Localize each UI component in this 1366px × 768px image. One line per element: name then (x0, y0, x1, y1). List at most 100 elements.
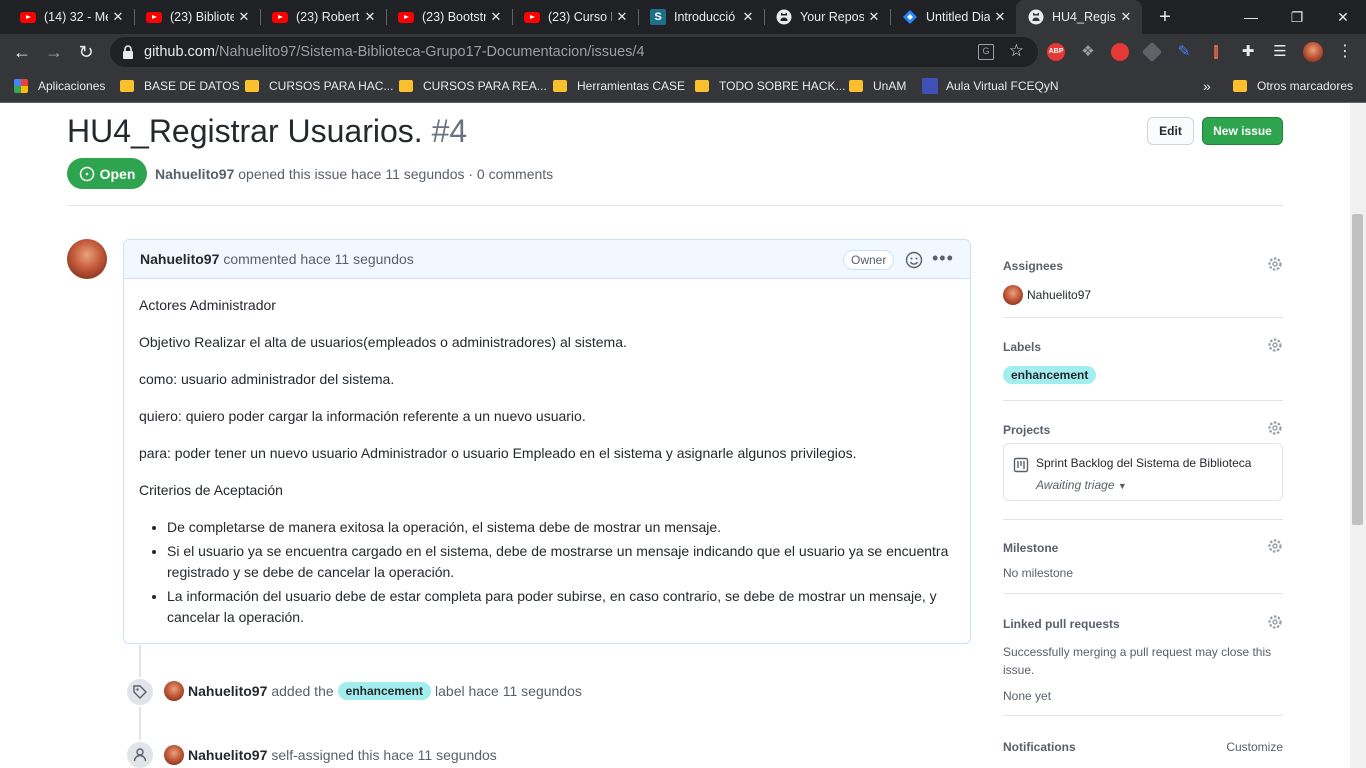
bookmark-folder[interactable]: CURSOS PARA REA... (399, 76, 547, 96)
tab-youtube-4[interactable]: (23) Bootstr ✕ (386, 0, 512, 34)
close-icon[interactable]: ✕ (1116, 9, 1136, 25)
tab-title: (14) 32 - Me (44, 10, 108, 24)
address-bar[interactable]: github.com/Nahuelito97/Sistema-Bibliotec… (110, 37, 1038, 67)
avatar[interactable] (67, 239, 107, 279)
new-tab-icon[interactable]: + (1142, 0, 1188, 34)
bookmark-label: Herramientas CASE (577, 79, 686, 93)
sidebar-milestone: Milestone No milestone (1003, 519, 1283, 594)
bookmark-aula[interactable]: Aula Virtual FCEQyN (922, 76, 1058, 96)
youtube-icon (524, 9, 540, 25)
bookmarks-overflow-icon[interactable]: » (1203, 76, 1211, 96)
close-icon[interactable]: ✕ (990, 9, 1010, 25)
status-text: Open (99, 165, 136, 182)
edit-button[interactable]: Edit (1147, 117, 1194, 145)
tab-youtube-1[interactable]: (14) 32 - Me ✕ (8, 0, 134, 34)
bookmark-apps[interactable]: Aplicaciones (14, 76, 105, 96)
youtube-icon (20, 9, 36, 25)
gear-icon[interactable] (1267, 256, 1283, 272)
close-icon[interactable]: ✕ (864, 9, 884, 25)
window-close-icon[interactable]: ✕ (1320, 0, 1366, 34)
avatar (1003, 285, 1023, 305)
new-issue-button[interactable]: New issue (1202, 117, 1283, 145)
bookmarks-bar: Aplicaciones BASE DE DATOS CURSOS PARA H… (0, 70, 1366, 103)
star-icon[interactable]: ☆ (1009, 41, 1024, 61)
sidebar-labels: Labels enhancement (1003, 318, 1283, 401)
event-author[interactable]: Nahuelito97 (188, 747, 267, 763)
sidebar-heading[interactable]: Labels (1003, 337, 1283, 354)
close-icon[interactable]: ✕ (612, 9, 632, 25)
event-text: self-assigned this hace 11 segundos (271, 747, 497, 763)
bookmark-folder[interactable]: CURSOS PARA HAC... (245, 76, 393, 96)
puzzle-icon[interactable]: ✚ (1239, 43, 1257, 61)
sidebar-heading[interactable]: Linked pull requests (1003, 614, 1283, 631)
close-icon[interactable]: ✕ (108, 9, 128, 25)
project-name[interactable]: Sprint Backlog del Sistema de Biblioteca (1036, 456, 1251, 470)
event-author[interactable]: Nahuelito97 (188, 683, 267, 699)
gear-icon[interactable] (1267, 614, 1283, 630)
minimize-icon[interactable]: — (1228, 0, 1274, 34)
media-icon[interactable]: ☰ (1271, 43, 1289, 61)
maximize-icon[interactable]: ❐ (1274, 0, 1320, 34)
menu-icon[interactable]: ⋮ (1336, 43, 1354, 61)
project-card[interactable]: Sprint Backlog del Sistema de Biblioteca… (1003, 443, 1283, 501)
bookmark-folder[interactable]: UnAM (849, 76, 906, 96)
dropbox-icon[interactable]: ❖ (1079, 43, 1097, 61)
avatar[interactable] (164, 745, 184, 765)
tab-youtube-2[interactable]: (23) Bibliote ✕ (134, 0, 260, 34)
sidebar-linked-prs: Linked pull requests Successfully mergin… (1003, 594, 1283, 716)
close-icon[interactable]: ✕ (360, 9, 380, 25)
divider (67, 205, 1283, 206)
tab-youtube-5[interactable]: (23) Curso L ✕ (512, 0, 638, 34)
project-status-dropdown[interactable]: Awaiting triage ▼ (1036, 478, 1127, 492)
bookmark-other[interactable]: Otros marcadores (1233, 76, 1353, 96)
tab-title: Your Reposi (800, 10, 864, 24)
issue-meta-text: opened this issue hace 11 segundos · 0 c… (238, 166, 554, 182)
author-link[interactable]: Nahuelito97 (155, 166, 234, 182)
scrollbar-thumb[interactable] (1352, 214, 1363, 525)
label-badge[interactable]: enhancement (1003, 366, 1097, 384)
translate-icon[interactable]: G (978, 44, 994, 60)
profile-avatar[interactable] (1303, 42, 1323, 62)
assignee-item[interactable]: Nahuelito97 (1003, 285, 1091, 305)
feather-icon[interactable]: ✎ (1175, 43, 1193, 61)
bookmark-folder[interactable]: Herramientas CASE (553, 76, 685, 96)
back-icon[interactable]: ← (8, 38, 36, 66)
tab-title: (23) Curso L (548, 10, 612, 24)
bookmark-folder[interactable]: TODO SOBRE HACK... (695, 76, 845, 96)
tab-diagram[interactable]: Untitled Dia ✕ (890, 0, 1016, 34)
gear-icon[interactable] (1267, 337, 1283, 353)
gear-icon[interactable] (1267, 420, 1283, 436)
bookmark-folder[interactable]: BASE DE DATOS (120, 76, 240, 96)
tab-repos[interactable]: Your Reposi ✕ (764, 0, 890, 34)
customize-link[interactable]: Customize (1226, 740, 1283, 754)
sidebar-heading[interactable]: Assignees (1003, 256, 1283, 273)
comment-meta[interactable]: commented hace 11 segundos (223, 251, 413, 267)
adblock-icon[interactable]: ABP (1047, 43, 1065, 61)
close-icon[interactable]: ✕ (738, 9, 758, 25)
gear-icon[interactable] (1267, 538, 1283, 554)
close-icon[interactable]: ✕ (486, 9, 506, 25)
smiley-icon[interactable] (905, 251, 923, 269)
folder-icon (1233, 80, 1247, 92)
sidebar-heading[interactable]: Projects (1003, 420, 1283, 437)
tab-youtube-3[interactable]: (23) Robert ✕ (260, 0, 386, 34)
tab-active-issue[interactable]: HU4_Regist ✕ (1016, 0, 1142, 34)
list-item: Si el usuario ya se encuentra cargado en… (167, 541, 955, 583)
kebab-menu-icon[interactable]: ••• (932, 248, 954, 269)
extension-red-icon[interactable] (1111, 43, 1129, 61)
bars-icon[interactable]: ⫿ (1207, 43, 1225, 61)
github-icon (1028, 9, 1044, 25)
forward-icon[interactable]: → (40, 38, 68, 66)
assignee-name: Nahuelito97 (1027, 288, 1092, 302)
cube-icon[interactable] (1141, 41, 1163, 63)
bookmark-label: BASE DE DATOS (144, 79, 240, 93)
issue-meta: Nahuelito97 opened this issue hace 11 se… (155, 166, 553, 182)
label-badge[interactable]: enhancement (337, 682, 432, 700)
sidebar-heading[interactable]: Milestone (1003, 538, 1283, 555)
reload-icon[interactable]: ↻ (72, 38, 100, 66)
avatar[interactable] (164, 681, 184, 701)
comment-author[interactable]: Nahuelito97 (140, 251, 219, 267)
tab-intro[interactable]: S Introducció ✕ (638, 0, 764, 34)
close-icon[interactable]: ✕ (234, 9, 254, 25)
comment-box: Nahuelito97 commented hace 11 segundos O… (123, 239, 971, 644)
